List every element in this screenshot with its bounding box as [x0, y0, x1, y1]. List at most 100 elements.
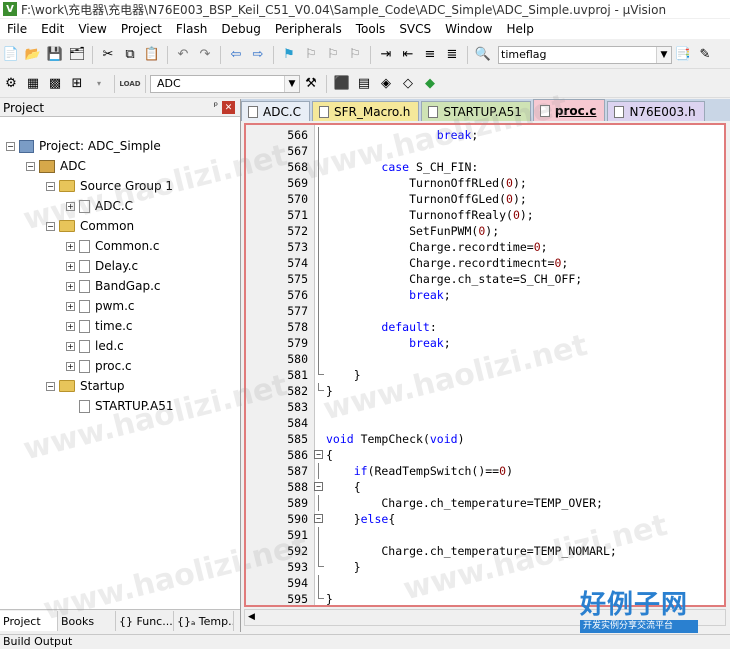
- nav-back-icon[interactable]: ⇦: [226, 45, 246, 65]
- save-icon[interactable]: 💾: [45, 45, 65, 65]
- file-extensions-icon[interactable]: ▤: [354, 74, 374, 94]
- collapse-icon[interactable]: −: [46, 381, 55, 391]
- scroll-left-icon[interactable]: ◀: [248, 612, 255, 622]
- menu-debug[interactable]: Debug: [214, 22, 267, 36]
- code-editor[interactable]: 566 break; 567 568 case S_CH_FIN: 569 Turno…: [244, 123, 726, 607]
- collapse-icon[interactable]: −: [314, 447, 324, 463]
- save-all-icon[interactable]: 🗂: [67, 45, 87, 65]
- expand-icon[interactable]: +: [66, 261, 75, 271]
- tree-item[interactable]: + pwm.c: [66, 297, 135, 315]
- new-file-icon[interactable]: 📄: [1, 45, 21, 65]
- bottom-tab[interactable]: Books: [58, 611, 116, 631]
- menu-window[interactable]: Window: [438, 22, 499, 36]
- bookmark-next-icon[interactable]: ⚐: [323, 45, 343, 65]
- collapse-icon[interactable]: −: [6, 141, 15, 151]
- download-icon[interactable]: LOAD: [119, 74, 140, 94]
- expand-icon[interactable]: +: [66, 201, 75, 211]
- build-icon[interactable]: ▦: [23, 74, 43, 94]
- bottom-tab[interactable]: Project: [0, 611, 58, 631]
- expand-icon[interactable]: +: [66, 341, 75, 351]
- rebuild-icon[interactable]: ▩: [45, 74, 65, 94]
- menu-file[interactable]: File: [0, 22, 34, 36]
- target-select[interactable]: ADC ▼: [150, 74, 300, 93]
- menu-help[interactable]: Help: [499, 22, 540, 36]
- nav-forward-icon[interactable]: ⇨: [248, 45, 268, 65]
- bookmark-clear-icon[interactable]: ⚐: [345, 45, 365, 65]
- line-number: 579: [287, 336, 308, 350]
- tree-item[interactable]: − ADC: [26, 157, 86, 175]
- pin-icon[interactable]: ᵖ: [214, 101, 218, 112]
- code-token: Charge.ch_state=S_CH_OFF;: [326, 272, 583, 286]
- pack-installer-icon[interactable]: ◆: [420, 74, 440, 94]
- editor-tab[interactable]: STARTUP.A51: [421, 101, 531, 121]
- manage-run-time-icon[interactable]: ◈: [376, 74, 396, 94]
- toolbar-build: ⚙ ▦ ▩ ⊞ ▾ LOAD ADC ▼ ⚒ ⬛ ▤ ◈ ◇ ◆: [0, 70, 730, 98]
- incremental-find-icon[interactable]: ✎: [695, 45, 715, 65]
- bottom-tab[interactable]: {} Func...: [116, 611, 174, 631]
- tree-item[interactable]: − Project: ADC_Simple: [6, 137, 161, 155]
- line-number: 576: [287, 288, 308, 302]
- select-packs-icon[interactable]: ◇: [398, 74, 418, 94]
- tree-item[interactable]: − Common: [46, 217, 134, 235]
- tree-item[interactable]: − Source Group 1: [46, 177, 173, 195]
- find-combobox[interactable]: timeflag ▼: [498, 45, 672, 64]
- redo-icon[interactable]: ↷: [195, 45, 215, 65]
- tree-item[interactable]: + led.c: [66, 337, 124, 355]
- tree-item[interactable]: + ADC.C: [66, 197, 133, 215]
- collapse-icon[interactable]: −: [46, 221, 55, 231]
- line-number: 589: [287, 496, 308, 510]
- paste-icon[interactable]: 📋: [142, 45, 162, 65]
- copy-icon[interactable]: ⧉: [120, 45, 140, 65]
- editor-tab[interactable]: proc.c: [532, 99, 606, 121]
- comment-icon[interactable]: ≡: [420, 45, 440, 65]
- menu-edit[interactable]: Edit: [34, 22, 71, 36]
- bookmark-toggle-icon[interactable]: ⚑: [279, 45, 299, 65]
- chevron-down-icon[interactable]: ▼: [656, 46, 671, 63]
- expand-icon[interactable]: +: [66, 241, 75, 251]
- tree-item[interactable]: + proc.c: [66, 357, 132, 375]
- uncomment-icon[interactable]: ≣: [442, 45, 462, 65]
- target-options-icon[interactable]: ⚒: [301, 74, 321, 94]
- undo-icon[interactable]: ↶: [173, 45, 193, 65]
- expand-icon[interactable]: +: [66, 301, 75, 311]
- manage-components-icon[interactable]: ⬛: [332, 74, 352, 94]
- find-in-files-icon[interactable]: 🔍: [473, 45, 493, 65]
- editor-tab[interactable]: N76E003.h: [607, 101, 705, 121]
- collapse-icon[interactable]: −: [314, 511, 324, 527]
- menu-flash[interactable]: Flash: [169, 22, 214, 36]
- tree-item[interactable]: − Startup: [46, 377, 125, 395]
- find-icon[interactable]: 📑: [673, 45, 693, 65]
- cut-icon[interactable]: ✂: [98, 45, 118, 65]
- file-icon: [79, 299, 90, 313]
- translate-icon[interactable]: ⚙: [1, 74, 21, 94]
- bookmark-prev-icon[interactable]: ⚐: [301, 45, 321, 65]
- tree-item[interactable]: + time.c: [66, 317, 133, 335]
- batch-build-icon[interactable]: ⊞: [67, 74, 87, 94]
- menu-peripherals[interactable]: Peripherals: [268, 22, 349, 36]
- editor-tab[interactable]: ADC.C: [241, 101, 311, 121]
- tree-item[interactable]: + BandGap.c: [66, 277, 161, 295]
- fold-guide: [314, 127, 324, 143]
- collapse-icon[interactable]: −: [26, 161, 35, 171]
- tree-item[interactable]: + Delay.c: [66, 257, 138, 275]
- stop-build-icon[interactable]: ▾: [89, 74, 109, 94]
- collapse-icon[interactable]: −: [314, 479, 324, 495]
- indent-icon[interactable]: ⇥: [376, 45, 396, 65]
- expand-icon[interactable]: +: [66, 321, 75, 331]
- menu-tools[interactable]: Tools: [349, 22, 393, 36]
- code-token: ): [506, 464, 513, 478]
- menu-project[interactable]: Project: [114, 22, 169, 36]
- expand-icon[interactable]: +: [66, 281, 75, 291]
- chevron-down-icon[interactable]: ▼: [284, 75, 299, 92]
- menu-svcs[interactable]: SVCS: [392, 22, 438, 36]
- expand-icon[interactable]: +: [66, 361, 75, 371]
- editor-tab[interactable]: SFR_Macro.h: [312, 101, 420, 121]
- unindent-icon[interactable]: ⇤: [398, 45, 418, 65]
- close-icon[interactable]: ✕: [222, 101, 235, 114]
- open-folder-icon[interactable]: 📂: [23, 45, 43, 65]
- bottom-tab[interactable]: {}ₐ Temp...: [174, 611, 234, 631]
- tree-item[interactable]: + Common.c: [66, 237, 159, 255]
- tree-item[interactable]: STARTUP.A51: [66, 397, 173, 415]
- collapse-icon[interactable]: −: [46, 181, 55, 191]
- menu-view[interactable]: View: [71, 22, 113, 36]
